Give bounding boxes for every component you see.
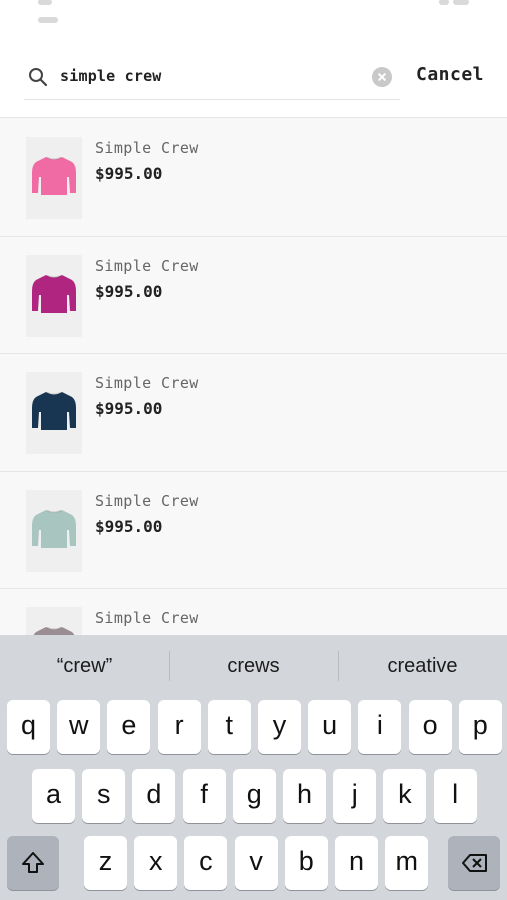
- product-price: $995.00: [95, 399, 163, 418]
- product-row[interactable]: Simple Crew $995.00: [0, 119, 507, 237]
- shift-key[interactable]: [7, 836, 59, 890]
- key-h[interactable]: h: [283, 769, 326, 823]
- status-bar-left: [38, 0, 78, 23]
- key-d[interactable]: d: [132, 769, 176, 823]
- keyboard-row: qwertyuiop: [0, 700, 507, 756]
- keyboard-row: zxcvbnm: [0, 836, 507, 892]
- sweater-icon: [32, 274, 76, 313]
- key-x[interactable]: x: [134, 836, 178, 890]
- key-r[interactable]: r: [157, 700, 201, 754]
- key-w[interactable]: w: [57, 700, 101, 754]
- predictive-text-bar: “crew” crews creative: [0, 635, 507, 697]
- key-n[interactable]: n: [335, 836, 378, 890]
- key-f[interactable]: f: [182, 769, 226, 823]
- product-name: Simple Crew: [95, 139, 199, 157]
- key-b[interactable]: b: [284, 836, 328, 890]
- product-name: Simple Crew: [95, 491, 199, 510]
- key-v[interactable]: v: [234, 836, 278, 890]
- key-z[interactable]: z: [84, 836, 127, 890]
- product-price: $995.00: [95, 164, 163, 183]
- key-e[interactable]: e: [107, 700, 151, 754]
- key-k[interactable]: k: [383, 769, 427, 823]
- key-s[interactable]: s: [82, 769, 126, 823]
- key-i[interactable]: i: [358, 700, 402, 754]
- cancel-button[interactable]: Cancel: [416, 64, 484, 85]
- sweater-icon: [32, 391, 76, 430]
- clear-search-icon[interactable]: [372, 67, 392, 87]
- product-name: Simple Crew: [95, 256, 199, 275]
- key-m[interactable]: m: [385, 836, 429, 890]
- product-thumbnail: [26, 137, 82, 219]
- key-g[interactable]: g: [232, 769, 276, 823]
- key-l[interactable]: l: [433, 769, 477, 823]
- key-c[interactable]: c: [184, 836, 228, 890]
- prediction-suggestion[interactable]: creative: [338, 635, 507, 697]
- product-thumbnail: [26, 489, 82, 572]
- key-j[interactable]: j: [333, 769, 377, 823]
- key-t[interactable]: t: [207, 700, 251, 754]
- product-row[interactable]: Simple Crew $995.00: [0, 236, 507, 354]
- key-p[interactable]: p: [458, 700, 502, 754]
- product-thumbnail: [26, 372, 82, 454]
- prediction-suggestion[interactable]: crews: [169, 635, 338, 697]
- key-u[interactable]: u: [308, 700, 352, 754]
- product-thumbnail: [26, 254, 82, 337]
- prediction-suggestion[interactable]: “crew”: [0, 635, 169, 697]
- search-field[interactable]: simple crew: [24, 56, 400, 100]
- search-icon: [28, 67, 48, 87]
- product-row[interactable]: Simple Crew $995.00: [0, 471, 507, 589]
- product-row[interactable]: Simple Crew $995.00: [0, 354, 507, 472]
- on-screen-keyboard: “crew” crews creative qwertyuiopasdfghjk…: [0, 635, 507, 900]
- delete-key[interactable]: [448, 836, 500, 890]
- status-bar-right: [439, 0, 479, 6]
- sweater-icon: [32, 509, 76, 548]
- product-name: Simple Crew: [95, 609, 199, 627]
- search-results-list: Simple Crew $995.00 Simple Crew $995.00 Simp…: [0, 119, 507, 707]
- product-price: $995.00: [95, 281, 163, 301]
- key-a[interactable]: a: [32, 769, 75, 823]
- key-o[interactable]: o: [408, 700, 452, 754]
- product-price: $995.00: [95, 516, 163, 536]
- shift-icon: [22, 852, 44, 873]
- product-name: Simple Crew: [95, 374, 199, 392]
- key-y[interactable]: y: [258, 700, 301, 754]
- keyboard-row: asdfghjkl: [0, 769, 507, 825]
- sweater-icon: [32, 156, 76, 195]
- backspace-icon: [462, 854, 487, 872]
- key-q[interactable]: q: [7, 700, 50, 754]
- search-header: simple crew Cancel: [0, 0, 507, 118]
- search-input[interactable]: simple crew: [60, 67, 162, 85]
